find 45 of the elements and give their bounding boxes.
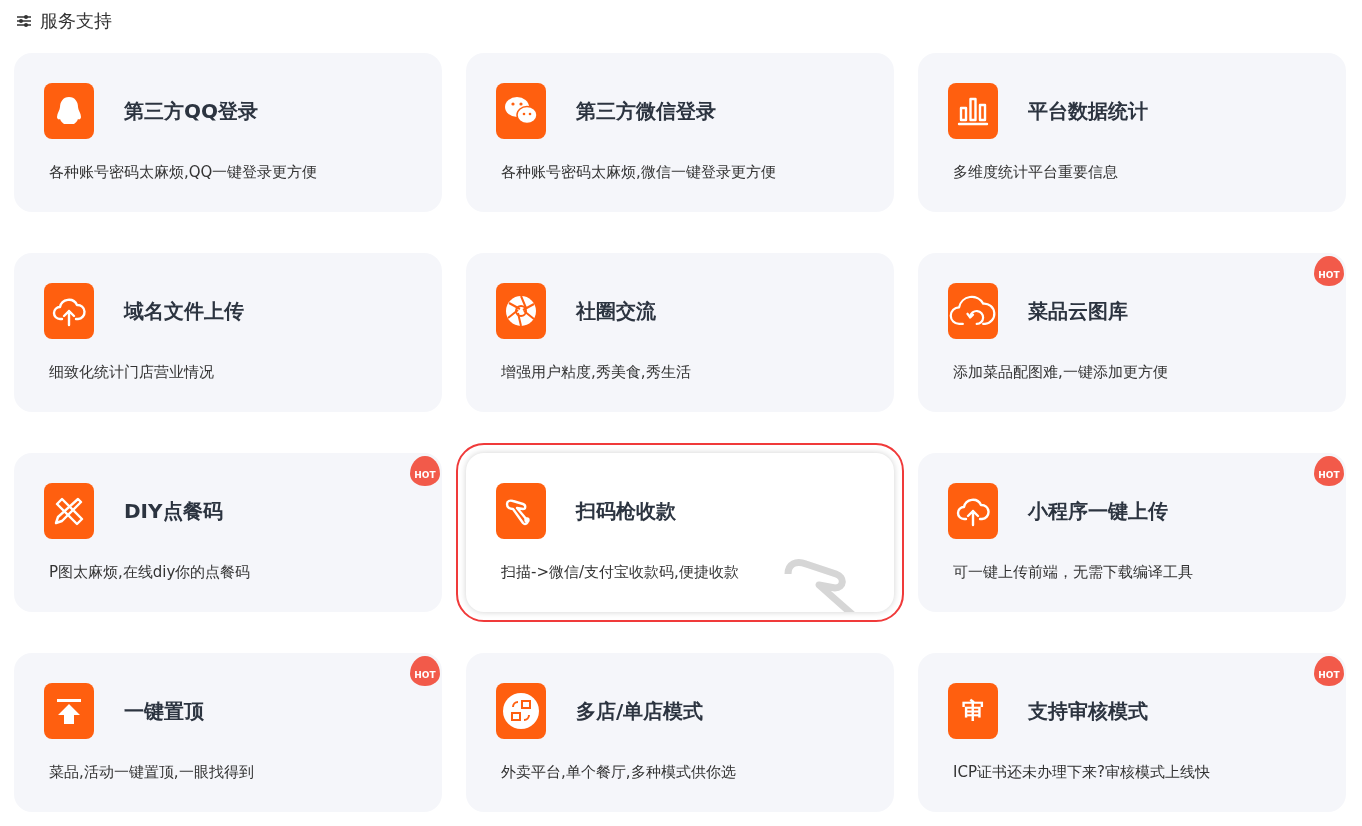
card-title: 扫码枪收款 [576, 497, 676, 525]
service-card[interactable]: 审 支持审核模式 ICP证书还未办理下来?审核模式上线快 HOT [918, 653, 1346, 812]
card-description: 菜品,活动一键置顶,一眼找得到 [48, 763, 255, 782]
card-title: 多店/单店模式 [576, 697, 704, 725]
card-title: 第三方微信登录 [576, 97, 716, 125]
card-description: P图太麻烦,在线diy你的点餐码 [48, 563, 252, 582]
card-title: 域名文件上传 [124, 297, 244, 325]
service-card[interactable]: DIY点餐码 P图太麻烦,在线diy你的点餐码 HOT [14, 453, 442, 612]
card-description: 各种账号密码太麻烦,微信一键登录更方便 [500, 163, 777, 182]
card-title: 一键置顶 [124, 697, 204, 725]
hot-badge: HOT [410, 456, 440, 486]
card-title: 第三方QQ登录 [124, 97, 258, 125]
card-description: 扫描->微信/支付宝收款码,便捷收款 [500, 563, 740, 582]
service-card[interactable]: 第三方QQ登录 各种账号密码太麻烦,QQ一键登录更方便 [14, 53, 442, 212]
service-card[interactable]: 菜品云图库 添加菜品配图难,一键添加更方便 HOT [918, 253, 1346, 412]
card-description: 多维度统计平台重要信息 [952, 163, 1119, 182]
card-title: DIY点餐码 [124, 497, 223, 525]
service-card[interactable]: 多店/单店模式 外卖平台,单个餐厅,多种模式供你选 [466, 653, 894, 812]
section-title: 服务支持 [40, 9, 112, 33]
service-card[interactable]: 小程序一键上传 可一键上传前端，无需下载编译工具 HOT [918, 453, 1346, 612]
hot-badge: HOT [1314, 456, 1344, 486]
card-description: 各种账号密码太麻烦,QQ一键登录更方便 [48, 163, 319, 182]
service-card[interactable]: 社圈交流 增强用户粘度,秀美食,秀生活 [466, 253, 894, 412]
card-description: 细致化统计门店营业情况 [48, 363, 215, 382]
card-title: 菜品云图库 [1028, 297, 1128, 325]
card-description: 添加菜品配图难,一键添加更方便 [952, 363, 1169, 382]
service-card[interactable]: 域名文件上传 细致化统计门店营业情况 [14, 253, 442, 412]
card-title: 支持审核模式 [1028, 697, 1148, 725]
hot-badge: HOT [410, 656, 440, 686]
service-card[interactable]: 第三方微信登录 各种账号密码太麻烦,微信一键登录更方便 [466, 53, 894, 212]
service-card[interactable]: 平台数据统计 多维度统计平台重要信息 [918, 53, 1346, 212]
card-title: 社圈交流 [576, 297, 656, 325]
card-title: 平台数据统计 [1028, 97, 1148, 125]
card-description: ICP证书还未办理下来?审核模式上线快 [952, 763, 1211, 782]
hot-badge: HOT [1314, 656, 1344, 686]
card-description: 增强用户粘度,秀美食,秀生活 [500, 363, 692, 382]
settings-sliders-icon [16, 14, 32, 28]
aperture-icon [503, 293, 539, 329]
card-description: 外卖平台,单个餐厅,多种模式供你选 [500, 763, 737, 782]
card-description: 可一键上传前端，无需下载编译工具 [952, 563, 1194, 582]
switch-icon [501, 691, 541, 731]
card-title: 小程序一键上传 [1028, 497, 1168, 525]
icon-glyph: 审 [962, 697, 984, 725]
hot-badge: HOT [1314, 256, 1344, 286]
service-card[interactable]: 一键置顶 菜品,活动一键置顶,一眼找得到 HOT [14, 653, 442, 812]
